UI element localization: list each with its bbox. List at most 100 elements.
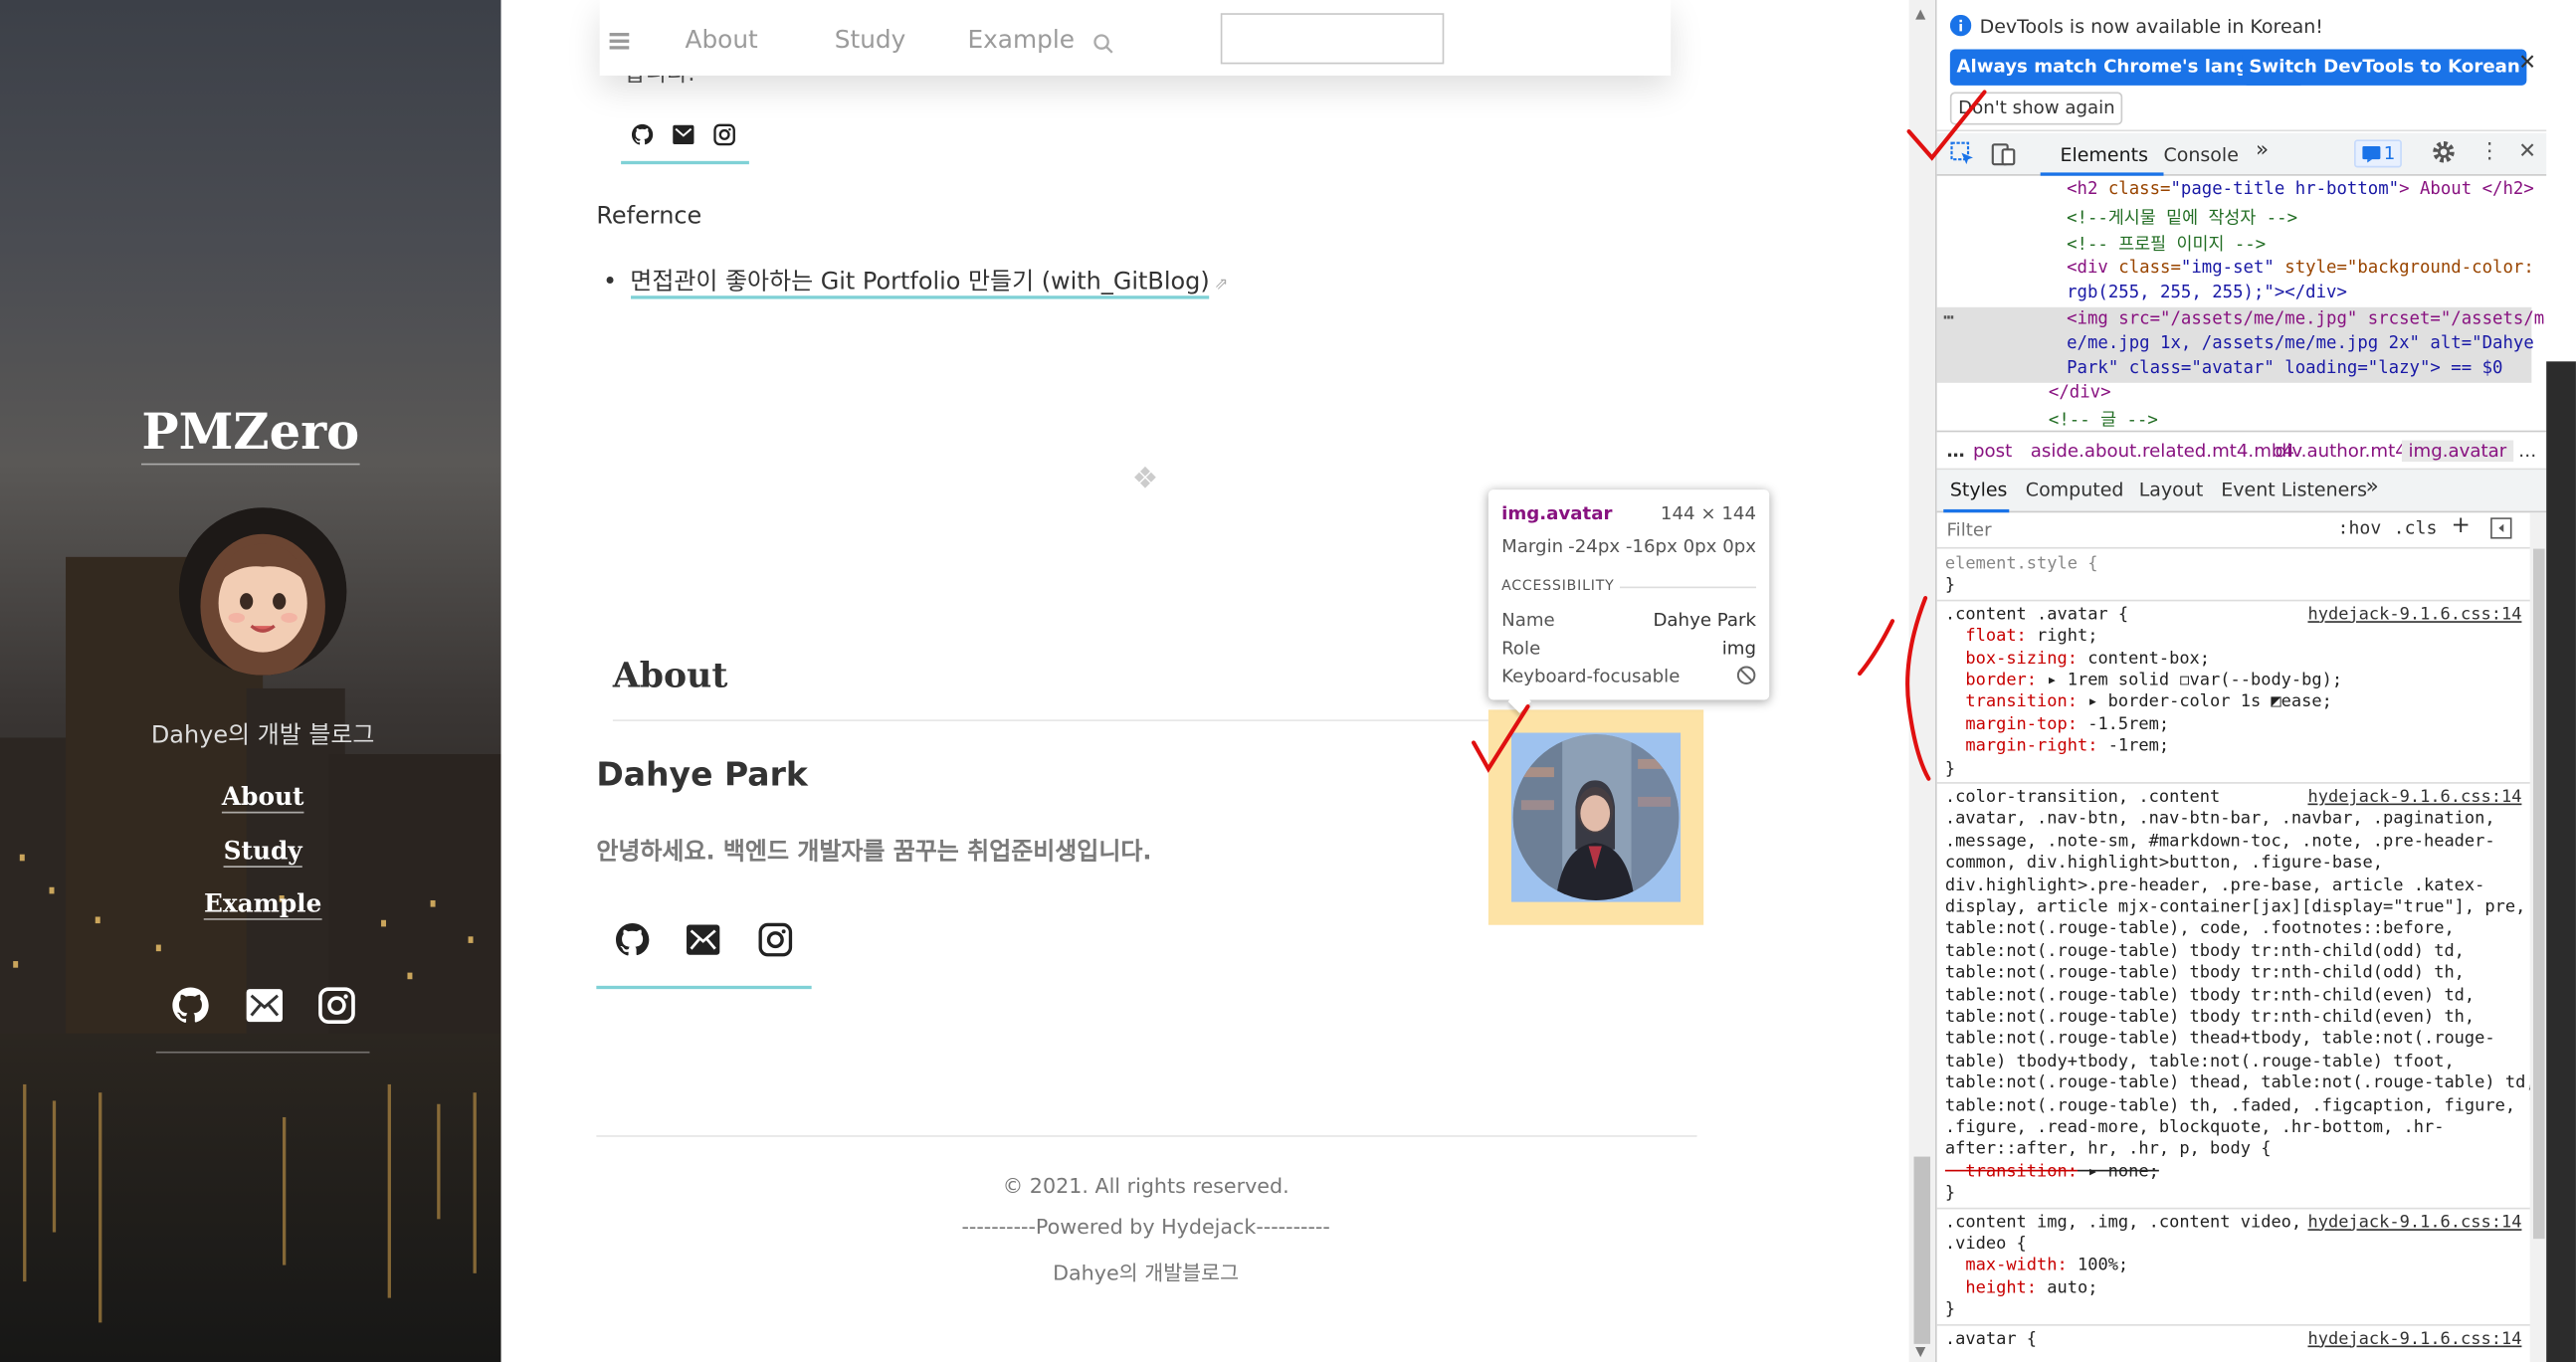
hamburger-icon[interactable] <box>609 26 630 57</box>
github-icon[interactable] <box>631 121 654 145</box>
reference-link[interactable]: 면접관이 좋아하는 Git Portfolio 만들기 (with_GitBlo… <box>630 269 1210 299</box>
more-tabs-icon[interactable]: » <box>2256 138 2269 163</box>
css-line[interactable]: .content .avatar { <box>1945 604 2128 624</box>
styles-filter-input[interactable] <box>1943 515 2308 544</box>
css-line[interactable]: transition: ▸ border-color 1s ◩ease; <box>1945 692 2332 712</box>
css-line[interactable]: common, div.highlight>button, .figure-ba… <box>1945 853 2383 873</box>
css-line[interactable]: height: auto; <box>1945 1277 2097 1297</box>
dom-line[interactable]: <!-- 프로필 이미지 --> <box>2067 232 2266 257</box>
scroll-up-arrow[interactable]: ▲ <box>1915 7 1925 22</box>
sidebar-nav-study[interactable]: Study <box>0 836 501 868</box>
css-line[interactable]: element.style { <box>1945 554 2098 574</box>
sidebar-nav-example[interactable]: Example <box>0 888 501 920</box>
new-rule-icon[interactable]: + <box>2451 512 2470 538</box>
node-actions-icon[interactable]: … <box>1943 304 1953 324</box>
breadcrumb-overflow-left[interactable]: … <box>1947 441 1965 462</box>
css-line[interactable]: .message, .note-sm, #markdown-toc, .note… <box>1945 831 2495 851</box>
css-line[interactable]: .video { <box>1945 1234 2027 1254</box>
device-toolbar-icon[interactable] <box>1991 141 2016 171</box>
dom-line-selected[interactable]: <img src="/assets/me/me.jpg" srcset="/as… <box>2067 308 2544 328</box>
css-line[interactable]: .figure, .read-more, blockquote, .hr-bot… <box>1945 1117 2445 1137</box>
dom-line[interactable]: rgb(255, 255, 255);"></div> <box>2067 283 2347 302</box>
blog-title[interactable]: PMZero <box>0 404 501 466</box>
css-line[interactable]: display, article mjx-container[jax][disp… <box>1945 897 2525 917</box>
tab-elements[interactable]: Elements <box>2060 143 2148 166</box>
more-options-icon[interactable]: ⋮ <box>2479 139 2500 164</box>
css-line[interactable]: table:not(.rouge-table), code, .footnote… <box>1945 919 2455 939</box>
github-icon[interactable] <box>615 921 651 957</box>
css-line[interactable]: } <box>1945 758 1955 778</box>
css-line[interactable]: table:not(.rouge-table) tbody tr:nth-chi… <box>1945 941 2465 961</box>
tab-layout[interactable]: Layout <box>2139 479 2204 501</box>
dom-line[interactable]: <!--게시물 밑에 작성자 --> <box>2067 205 2297 230</box>
dom-line[interactable]: </div> <box>2049 383 2111 403</box>
css-line[interactable]: table:not(.rouge-table) tbody tr:nth-chi… <box>1945 1007 2475 1027</box>
css-source-link[interactable]: hydejack-9.1.6.css:14 <box>2307 604 2521 624</box>
infobar-close-icon[interactable]: ✕ <box>2518 51 2536 76</box>
css-line[interactable]: .avatar { <box>1945 1328 2037 1348</box>
more-subtabs-icon[interactable]: » <box>2366 475 2379 499</box>
css-line[interactable]: .content img, .img, .content video, <box>1945 1212 2301 1232</box>
css-source-link[interactable]: hydejack-9.1.6.css:14 <box>2307 1328 2521 1348</box>
cls-toggle[interactable]: .cls <box>2394 517 2438 538</box>
github-icon[interactable] <box>171 986 211 1026</box>
breadcrumb-item[interactable]: post <box>1973 441 2012 462</box>
search-input[interactable] <box>1220 13 1445 65</box>
css-line[interactable]: .color-transition, .content <box>1945 787 2220 807</box>
css-line[interactable]: table) tbody+tbody, table:not(.rouge-tab… <box>1945 1052 2455 1071</box>
css-line[interactable]: table:not(.rouge-table) tbody tr:nth-chi… <box>1945 985 2475 1005</box>
scroll-down-arrow[interactable]: ▼ <box>1915 1344 1925 1359</box>
instagram-icon[interactable] <box>757 921 793 957</box>
css-source-link[interactable]: hydejack-9.1.6.css:14 <box>2307 787 2521 807</box>
breadcrumb-overflow-right[interactable]: … <box>2518 441 2536 462</box>
sidebar-nav-about[interactable]: About <box>0 782 501 814</box>
css-line[interactable]: margin-right: -1rem; <box>1945 736 2169 756</box>
css-line[interactable]: } <box>1945 1300 1955 1320</box>
breadcrumb-item-active[interactable]: img.avatar <box>2401 440 2513 463</box>
css-line[interactable]: div.highlight>.pre-header, .pre-base, ar… <box>1945 876 2484 895</box>
css-line[interactable]: after::after, hr, .hr, p, body { <box>1945 1139 2272 1159</box>
css-line[interactable]: float: right; <box>1945 626 2097 646</box>
tab-console[interactable]: Console <box>2163 143 2238 166</box>
tab-event-listeners[interactable]: Event Listeners <box>2221 479 2367 501</box>
issues-badge[interactable]: 1 <box>2354 139 2402 168</box>
breadcrumb-item[interactable]: aside.about.related.mt4.mb4 <box>2031 441 2294 462</box>
settings-gear-icon[interactable] <box>2432 139 2457 169</box>
dom-line[interactable]: <h2 class="page-title hr-bottom"> About … <box>2067 179 2534 199</box>
hov-toggle[interactable]: :hov <box>2338 517 2382 538</box>
nav-link-example[interactable]: Example <box>967 25 1074 55</box>
close-devtools-icon[interactable]: ✕ <box>2518 139 2536 164</box>
css-line[interactable]: border: ▸ 1rem solid ◻var(--body-bg); <box>1945 671 2342 690</box>
css-line[interactable]: box-sizing: content-box; <box>1945 649 2210 669</box>
css-line[interactable]: } <box>1945 576 1955 596</box>
breadcrumb-item[interactable]: div.author.mt4 <box>2276 441 2407 462</box>
dom-line-selected[interactable]: e/me.jpg 1x, /assets/me/me.jpg 2x" alt="… <box>2067 333 2534 353</box>
css-line[interactable]: table:not(.rouge-table) thead, table:not… <box>1945 1073 2531 1093</box>
dom-line-selected[interactable]: Park" class="avatar" loading="lazy"> == … <box>2067 358 2502 378</box>
styles-scrollbar[interactable] <box>2529 512 2547 1362</box>
page-scrollbar-thumb[interactable] <box>1913 1156 1931 1344</box>
tab-styles[interactable]: Styles <box>1950 479 2008 501</box>
instagram-icon[interactable] <box>713 121 736 146</box>
css-line[interactable]: } <box>1945 1183 1955 1203</box>
css-line[interactable]: table:not(.rouge-table) thead+tbody, tab… <box>1945 1029 2495 1049</box>
tab-computed[interactable]: Computed <box>2026 479 2124 501</box>
css-source-link[interactable]: hydejack-9.1.6.css:14 <box>2307 1212 2521 1232</box>
css-line[interactable]: .avatar, .nav-btn, .nav-btn-bar, .navbar… <box>1945 809 2495 829</box>
css-line[interactable]: transition: ▸ none; <box>1945 1161 2159 1181</box>
mail-icon[interactable] <box>245 986 285 1026</box>
nav-link-about[interactable]: About <box>686 25 758 55</box>
css-line[interactable]: table:not(.rouge-table) tbody tr:nth-chi… <box>1945 963 2465 983</box>
css-line[interactable]: max-width: 100%; <box>1945 1256 2128 1275</box>
styles-scrollbar-thumb[interactable] <box>2532 548 2545 1240</box>
mail-icon[interactable] <box>672 121 694 145</box>
author-avatar[interactable] <box>1511 732 1682 902</box>
dom-line[interactable]: <!-- 글 --> <box>2049 408 2158 431</box>
nav-link-study[interactable]: Study <box>835 25 906 55</box>
computed-sidebar-icon[interactable] <box>2490 517 2512 543</box>
switch-to-korean-button[interactable]: Switch DevTools to Korean <box>2242 49 2527 86</box>
mail-icon[interactable] <box>686 921 721 957</box>
instagram-icon[interactable] <box>317 986 357 1026</box>
dom-line[interactable]: <div class="img-set" style="background-c… <box>2067 258 2534 278</box>
css-line[interactable]: table:not(.rouge-table) th, .faded, .fig… <box>1945 1095 2515 1115</box>
